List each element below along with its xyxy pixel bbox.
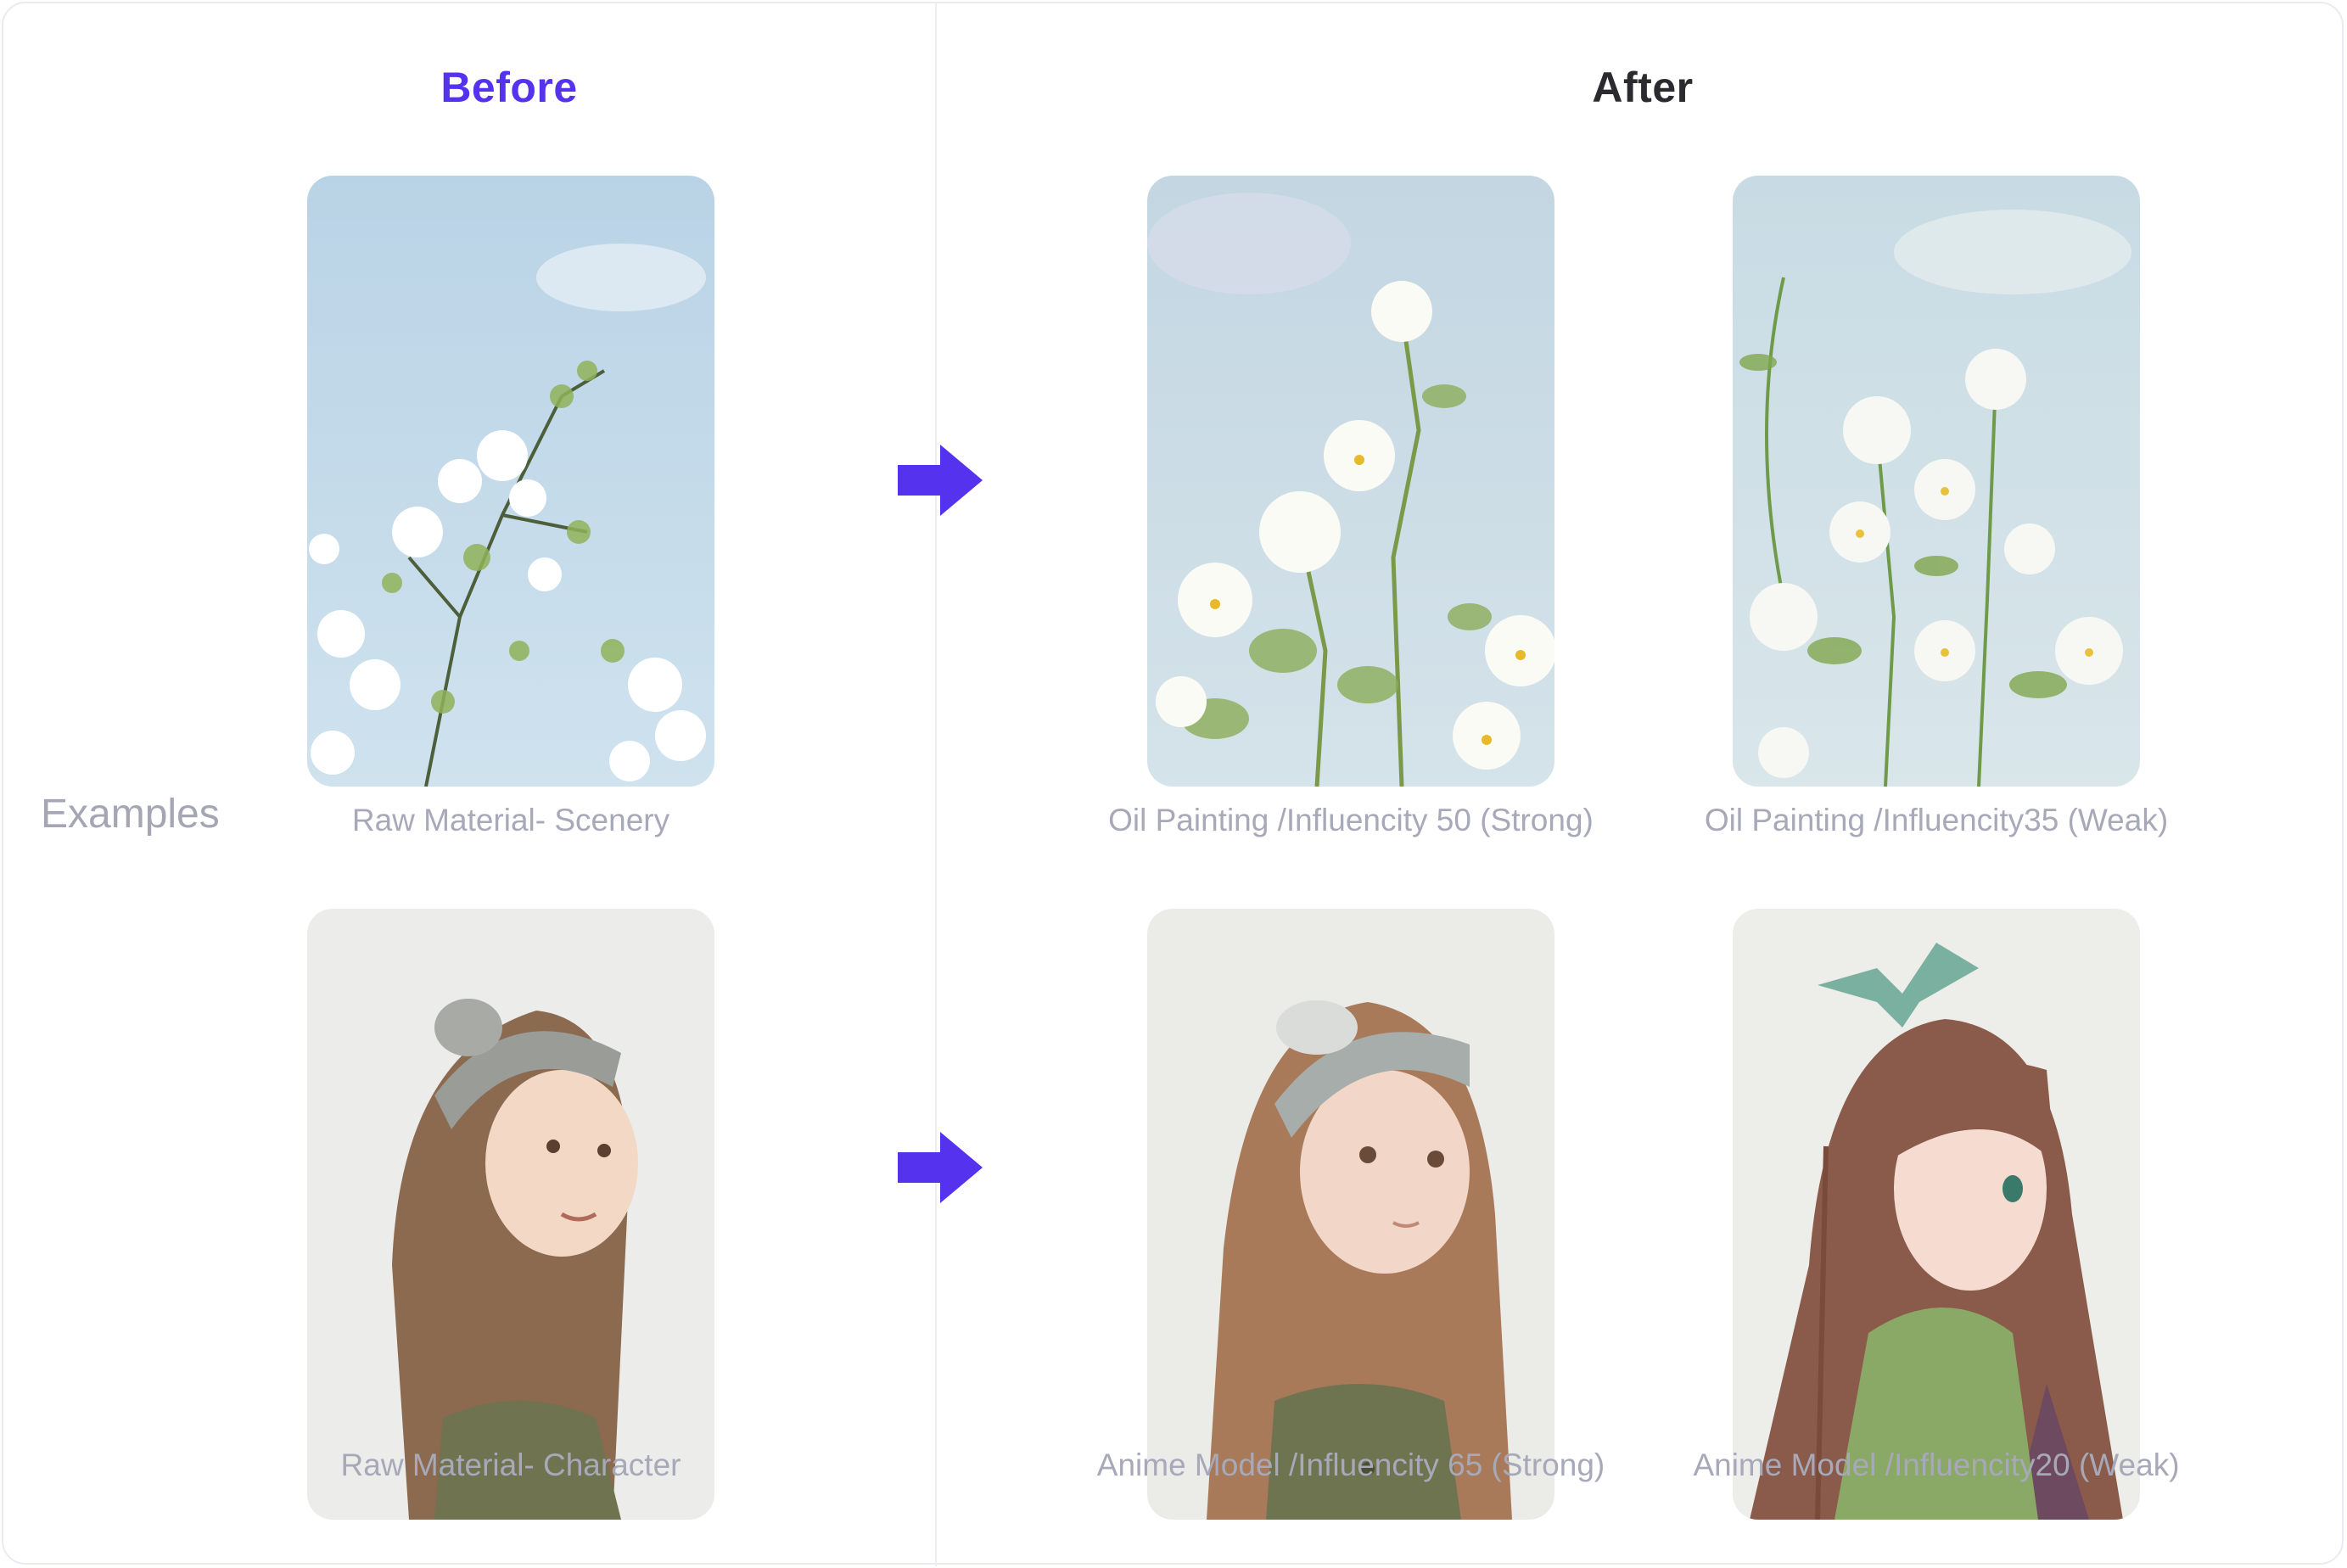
- caption-oil-weak: Oil Painting /Influencity35 (Weak): [1704, 803, 2169, 837]
- arrow-right-icon: [898, 445, 983, 516]
- caption-oil-strong: Oil Painting /Influencity 50 (Strong): [1108, 803, 1594, 837]
- after-heading: After: [1592, 64, 1694, 111]
- caption-raw-scenery: Raw Material- Scenery: [351, 803, 670, 837]
- character-anime-strong-image: [1147, 909, 1554, 1520]
- character-raw-image: [307, 909, 714, 1520]
- examples-label: Examples: [41, 792, 220, 837]
- arrow-right-icon: [898, 1132, 983, 1203]
- before-heading: Before: [440, 64, 578, 111]
- caption-raw-character: Raw Material- Character: [340, 1448, 681, 1482]
- caption-anime-weak: Anime Model /Influencity20 (Weak): [1693, 1448, 2180, 1482]
- character-anime-weak-image: [1733, 909, 2140, 1520]
- scenery-oil-weak-image: [1733, 176, 2140, 787]
- caption-anime-strong: Anime Model /Influencity 65 (Strong): [1096, 1448, 1605, 1482]
- column-divider: [935, 3, 937, 1566]
- scenery-raw-image: [307, 176, 714, 787]
- scenery-oil-strong-image: [1147, 176, 1554, 787]
